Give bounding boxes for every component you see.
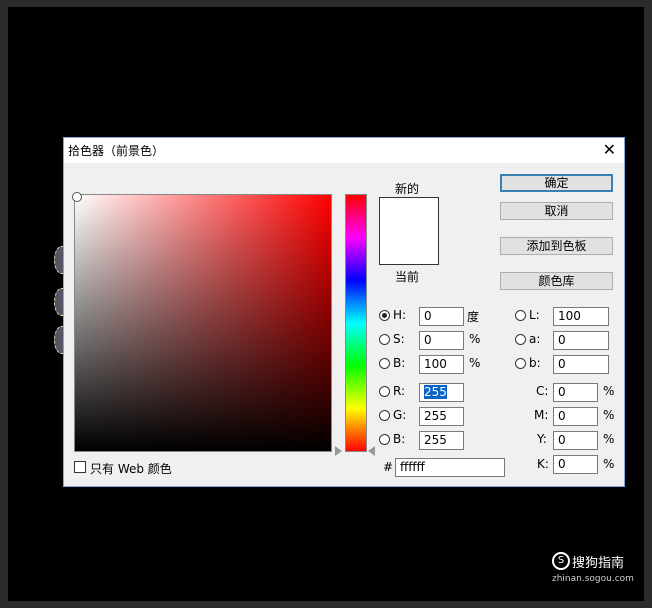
red-radio[interactable] xyxy=(379,386,390,397)
cyan-input[interactable]: 0 xyxy=(553,383,598,402)
hue-unit: 度 xyxy=(467,310,480,324)
lab-b-input[interactable]: 0 xyxy=(553,355,609,374)
blue-label: B: xyxy=(393,432,406,446)
hex-label: # xyxy=(383,460,394,474)
red-input[interactable]: 255 xyxy=(419,383,464,402)
hue-label: H: xyxy=(393,308,407,322)
new-color-swatch xyxy=(379,197,439,265)
lab-l-radio[interactable] xyxy=(515,310,526,321)
close-icon[interactable]: ✕ xyxy=(603,140,616,160)
saturation-unit: % xyxy=(469,332,481,346)
brightness-radio[interactable] xyxy=(379,358,390,369)
black-input[interactable]: 0 xyxy=(553,455,598,474)
green-radio[interactable] xyxy=(379,410,390,421)
color-field[interactable] xyxy=(72,192,332,452)
hue-slider-left-handle[interactable] xyxy=(335,446,342,456)
magenta-label: M: xyxy=(534,408,549,422)
black-unit: % xyxy=(603,457,615,471)
lab-a-input[interactable]: 0 xyxy=(553,331,609,350)
color-libraries-button[interactable]: 颜色库 xyxy=(500,272,613,290)
hue-radio[interactable] xyxy=(379,310,390,321)
saturation-input[interactable]: 0 xyxy=(419,331,464,350)
green-label: G: xyxy=(393,408,407,422)
brightness-input[interactable]: 100 xyxy=(419,355,464,374)
hue-slider-right-handle[interactable] xyxy=(368,446,375,456)
magenta-unit: % xyxy=(603,408,615,422)
color-field-marker[interactable] xyxy=(72,192,82,202)
add-to-swatches-button[interactable]: 添加到色板 xyxy=(500,237,613,255)
dialog-title: 拾色器（前景色） xyxy=(68,144,165,158)
red-input-value: 255 xyxy=(424,385,447,399)
blue-radio[interactable] xyxy=(379,434,390,445)
lab-b-radio[interactable] xyxy=(515,358,526,369)
brightness-unit: % xyxy=(469,356,481,370)
black-label: K: xyxy=(537,457,549,471)
title-bar: 拾色器（前景色） ✕ xyxy=(64,138,624,163)
brightness-label: B: xyxy=(393,356,406,370)
color-picker-dialog: 拾色器（前景色） ✕ 新的 当前 确定 取消 添加到色板 颜色库 H: 0 度 … xyxy=(63,137,625,487)
web-only-checkbox[interactable] xyxy=(74,461,86,473)
current-color-label: 当前 xyxy=(395,270,420,284)
cyan-unit: % xyxy=(603,384,615,398)
yellow-label: Y: xyxy=(537,432,547,446)
yellow-input[interactable]: 0 xyxy=(553,431,598,450)
magenta-input[interactable]: 0 xyxy=(553,407,598,426)
watermark-logo: S 搜狗指南 zhinan.sogou.com xyxy=(548,550,638,586)
blue-input[interactable]: 255 xyxy=(419,431,464,450)
ok-button[interactable]: 确定 xyxy=(500,174,613,192)
hue-input[interactable]: 0 xyxy=(419,307,464,326)
watermark-url: zhinan.sogou.com xyxy=(552,574,634,584)
cyan-label: C: xyxy=(536,384,549,398)
lab-a-label: a: xyxy=(529,332,541,346)
saturation-radio[interactable] xyxy=(379,334,390,345)
saturation-label: S: xyxy=(393,332,405,346)
sogou-logo-icon: S xyxy=(552,552,570,570)
new-color-label: 新的 xyxy=(395,182,420,196)
hue-slider[interactable] xyxy=(345,194,367,452)
lab-l-input[interactable]: 100 xyxy=(553,307,609,326)
watermark-text: 搜狗指南 xyxy=(572,556,625,571)
lab-l-label: L: xyxy=(529,308,540,322)
cancel-button[interactable]: 取消 xyxy=(500,202,613,220)
lab-a-radio[interactable] xyxy=(515,334,526,345)
hex-input[interactable]: ffffff xyxy=(395,458,505,477)
web-only-label: 只有 Web 颜色 xyxy=(90,462,172,476)
lab-b-label: b: xyxy=(529,356,541,370)
green-input[interactable]: 255 xyxy=(419,407,464,426)
red-label: R: xyxy=(393,384,406,398)
yellow-unit: % xyxy=(603,432,615,446)
